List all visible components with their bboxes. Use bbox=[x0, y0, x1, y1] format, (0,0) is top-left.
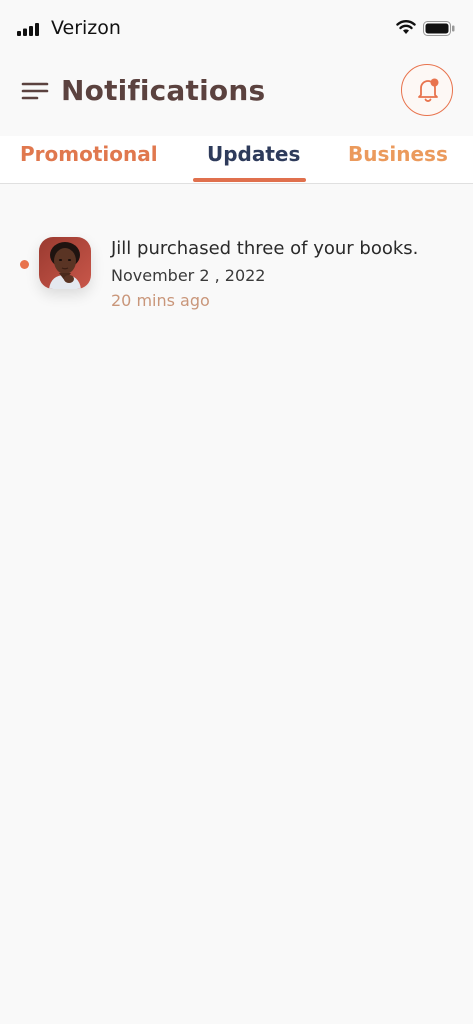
header: Notifications bbox=[0, 56, 473, 136]
hamburger-menu-icon[interactable] bbox=[20, 77, 50, 105]
unread-indicator bbox=[20, 260, 29, 269]
tab-updates[interactable]: Updates bbox=[207, 142, 300, 166]
active-tab-indicator bbox=[193, 178, 306, 182]
tab-bar: Promotional Updates Business bbox=[0, 136, 473, 184]
status-bar: Verizon bbox=[0, 0, 473, 56]
tab-business[interactable]: Business bbox=[348, 142, 448, 166]
notification-date: November 2 , 2022 bbox=[111, 266, 266, 285]
notification-item[interactable]: Jill purchased three of your books. Nove… bbox=[0, 230, 473, 320]
notification-message: Jill purchased three of your books. bbox=[111, 238, 419, 259]
carrier-name: Verizon bbox=[51, 17, 121, 39]
notifications-bell-button[interactable] bbox=[401, 64, 453, 116]
bell-icon bbox=[418, 78, 439, 102]
wifi-icon bbox=[396, 20, 416, 34]
battery-icon bbox=[423, 21, 455, 36]
tab-promotional[interactable]: Promotional bbox=[20, 142, 158, 166]
cellular-signal-icon bbox=[17, 23, 39, 36]
avatar bbox=[39, 237, 91, 289]
page-title: Notifications bbox=[61, 74, 266, 107]
notification-time-ago: 20 mins ago bbox=[111, 291, 210, 310]
